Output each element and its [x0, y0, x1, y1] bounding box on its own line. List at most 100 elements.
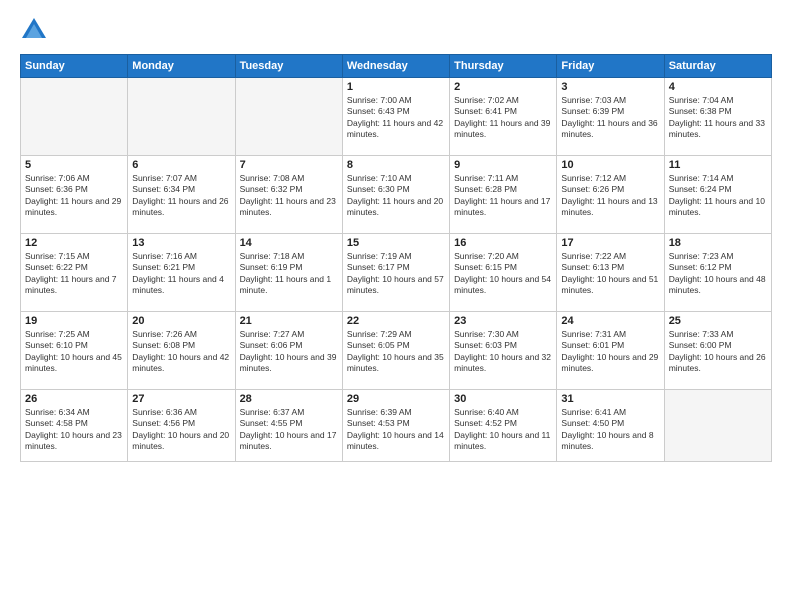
calendar-cell-13: 13 Sunrise: 7:16 AMSunset: 6:21 PMDayligh… [128, 234, 235, 312]
day-info: Sunrise: 7:33 AMSunset: 6:00 PMDaylight:… [669, 329, 767, 375]
day-info: Sunrise: 7:04 AMSunset: 6:38 PMDaylight:… [669, 95, 767, 141]
calendar-header-sunday: Sunday [21, 55, 128, 78]
day-number: 3 [561, 81, 659, 93]
day-info: Sunrise: 6:36 AMSunset: 4:56 PMDaylight:… [132, 407, 230, 453]
calendar-cell-18: 18 Sunrise: 7:23 AMSunset: 6:12 PMDayligh… [664, 234, 771, 312]
day-info: Sunrise: 7:16 AMSunset: 6:21 PMDaylight:… [132, 251, 230, 297]
day-number: 12 [25, 237, 123, 249]
day-number: 8 [347, 159, 445, 171]
calendar-cell-5: 5 Sunrise: 7:06 AMSunset: 6:36 PMDaylight… [21, 156, 128, 234]
calendar-week-1: 5 Sunrise: 7:06 AMSunset: 6:36 PMDaylight… [21, 156, 772, 234]
header [20, 16, 772, 44]
calendar-cell-empty [21, 78, 128, 156]
calendar-header-tuesday: Tuesday [235, 55, 342, 78]
day-number: 19 [25, 315, 123, 327]
logo-icon [20, 16, 48, 44]
day-info: Sunrise: 6:40 AMSunset: 4:52 PMDaylight:… [454, 407, 552, 453]
day-number: 14 [240, 237, 338, 249]
day-number: 20 [132, 315, 230, 327]
calendar-cell-29: 29 Sunrise: 6:39 AMSunset: 4:53 PMDayligh… [342, 390, 449, 462]
calendar-cell-empty [664, 390, 771, 462]
day-info: Sunrise: 7:18 AMSunset: 6:19 PMDaylight:… [240, 251, 338, 297]
calendar-header-thursday: Thursday [450, 55, 557, 78]
day-number: 18 [669, 237, 767, 249]
day-number: 29 [347, 393, 445, 405]
day-info: Sunrise: 7:06 AMSunset: 6:36 PMDaylight:… [25, 173, 123, 219]
calendar-week-3: 19 Sunrise: 7:25 AMSunset: 6:10 PMDayligh… [21, 312, 772, 390]
day-info: Sunrise: 7:27 AMSunset: 6:06 PMDaylight:… [240, 329, 338, 375]
page: SundayMondayTuesdayWednesdayThursdayFrid… [0, 0, 792, 612]
calendar-cell-empty [235, 78, 342, 156]
day-info: Sunrise: 6:41 AMSunset: 4:50 PMDaylight:… [561, 407, 659, 453]
calendar-cell-6: 6 Sunrise: 7:07 AMSunset: 6:34 PMDaylight… [128, 156, 235, 234]
calendar-cell-21: 21 Sunrise: 7:27 AMSunset: 6:06 PMDayligh… [235, 312, 342, 390]
day-number: 23 [454, 315, 552, 327]
day-info: Sunrise: 7:14 AMSunset: 6:24 PMDaylight:… [669, 173, 767, 219]
calendar-cell-11: 11 Sunrise: 7:14 AMSunset: 6:24 PMDayligh… [664, 156, 771, 234]
calendar-header-row: SundayMondayTuesdayWednesdayThursdayFrid… [21, 55, 772, 78]
calendar-cell-3: 3Sunrise: 7:03 AMSunset: 6:39 PMDaylight… [557, 78, 664, 156]
day-number: 24 [561, 315, 659, 327]
calendar-cell-20: 20 Sunrise: 7:26 AMSunset: 6:08 PMDayligh… [128, 312, 235, 390]
calendar-cell-28: 28Sunrise: 6:37 AMSunset: 4:55 PMDayligh… [235, 390, 342, 462]
day-info: Sunrise: 7:30 AMSunset: 6:03 PMDaylight:… [454, 329, 552, 375]
calendar-week-4: 26Sunrise: 6:34 AMSunset: 4:58 PMDayligh… [21, 390, 772, 462]
day-number: 10 [561, 159, 659, 171]
calendar-cell-4: 4 Sunrise: 7:04 AMSunset: 6:38 PMDaylight… [664, 78, 771, 156]
day-number: 27 [132, 393, 230, 405]
calendar-cell-7: 7 Sunrise: 7:08 AMSunset: 6:32 PMDaylight… [235, 156, 342, 234]
calendar-cell-25: 25Sunrise: 7:33 AMSunset: 6:00 PMDayligh… [664, 312, 771, 390]
day-info: Sunrise: 7:26 AMSunset: 6:08 PMDaylight:… [132, 329, 230, 375]
calendar-cell-9: 9 Sunrise: 7:11 AMSunset: 6:28 PMDaylight… [450, 156, 557, 234]
calendar-header-monday: Monday [128, 55, 235, 78]
day-info: Sunrise: 7:22 AMSunset: 6:13 PMDaylight:… [561, 251, 659, 297]
day-number: 15 [347, 237, 445, 249]
calendar-cell-26: 26Sunrise: 6:34 AMSunset: 4:58 PMDayligh… [21, 390, 128, 462]
calendar-header-wednesday: Wednesday [342, 55, 449, 78]
calendar-cell-14: 14 Sunrise: 7:18 AMSunset: 6:19 PMDayligh… [235, 234, 342, 312]
day-number: 9 [454, 159, 552, 171]
calendar-header-saturday: Saturday [664, 55, 771, 78]
day-info: Sunrise: 6:37 AMSunset: 4:55 PMDaylight:… [240, 407, 338, 453]
calendar-cell-31: 31Sunrise: 6:41 AMSunset: 4:50 PMDayligh… [557, 390, 664, 462]
day-number: 11 [669, 159, 767, 171]
calendar-week-2: 12 Sunrise: 7:15 AMSunset: 6:22 PMDayligh… [21, 234, 772, 312]
day-info: Sunrise: 7:00 AMSunset: 6:43 PMDaylight:… [347, 95, 445, 141]
day-info: Sunrise: 7:07 AMSunset: 6:34 PMDaylight:… [132, 173, 230, 219]
day-number: 22 [347, 315, 445, 327]
day-info: Sunrise: 7:12 AMSunset: 6:26 PMDaylight:… [561, 173, 659, 219]
calendar-cell-15: 15 Sunrise: 7:19 AMSunset: 6:17 PMDayligh… [342, 234, 449, 312]
day-info: Sunrise: 6:39 AMSunset: 4:53 PMDaylight:… [347, 407, 445, 453]
day-number: 5 [25, 159, 123, 171]
day-info: Sunrise: 7:29 AMSunset: 6:05 PMDaylight:… [347, 329, 445, 375]
calendar-week-0: 1Sunrise: 7:00 AMSunset: 6:43 PMDaylight… [21, 78, 772, 156]
calendar-cell-17: 17 Sunrise: 7:22 AMSunset: 6:13 PMDayligh… [557, 234, 664, 312]
day-info: Sunrise: 7:19 AMSunset: 6:17 PMDaylight:… [347, 251, 445, 297]
calendar-cell-30: 30 Sunrise: 6:40 AMSunset: 4:52 PMDayligh… [450, 390, 557, 462]
calendar-cell-16: 16Sunrise: 7:20 AMSunset: 6:15 PMDayligh… [450, 234, 557, 312]
calendar-cell-12: 12 Sunrise: 7:15 AMSunset: 6:22 PMDayligh… [21, 234, 128, 312]
calendar-cell-10: 10 Sunrise: 7:12 AMSunset: 6:26 PMDayligh… [557, 156, 664, 234]
day-number: 17 [561, 237, 659, 249]
day-number: 4 [669, 81, 767, 93]
day-info: Sunrise: 7:08 AMSunset: 6:32 PMDaylight:… [240, 173, 338, 219]
calendar-cell-24: 24 Sunrise: 7:31 AMSunset: 6:01 PMDayligh… [557, 312, 664, 390]
day-number: 16 [454, 237, 552, 249]
calendar-cell-2: 2Sunrise: 7:02 AMSunset: 6:41 PMDaylight… [450, 78, 557, 156]
day-number: 30 [454, 393, 552, 405]
calendar-cell-22: 22 Sunrise: 7:29 AMSunset: 6:05 PMDayligh… [342, 312, 449, 390]
day-info: Sunrise: 7:11 AMSunset: 6:28 PMDaylight:… [454, 173, 552, 219]
day-info: Sunrise: 7:25 AMSunset: 6:10 PMDaylight:… [25, 329, 123, 375]
day-number: 26 [25, 393, 123, 405]
day-number: 6 [132, 159, 230, 171]
calendar-cell-1: 1Sunrise: 7:00 AMSunset: 6:43 PMDaylight… [342, 78, 449, 156]
calendar-cell-19: 19 Sunrise: 7:25 AMSunset: 6:10 PMDayligh… [21, 312, 128, 390]
calendar-cell-23: 23 Sunrise: 7:30 AMSunset: 6:03 PMDayligh… [450, 312, 557, 390]
day-info: Sunrise: 7:02 AMSunset: 6:41 PMDaylight:… [454, 95, 552, 141]
day-number: 13 [132, 237, 230, 249]
day-number: 7 [240, 159, 338, 171]
day-info: Sunrise: 7:23 AMSunset: 6:12 PMDaylight:… [669, 251, 767, 297]
day-info: Sunrise: 7:15 AMSunset: 6:22 PMDaylight:… [25, 251, 123, 297]
day-number: 21 [240, 315, 338, 327]
day-info: Sunrise: 7:31 AMSunset: 6:01 PMDaylight:… [561, 329, 659, 375]
